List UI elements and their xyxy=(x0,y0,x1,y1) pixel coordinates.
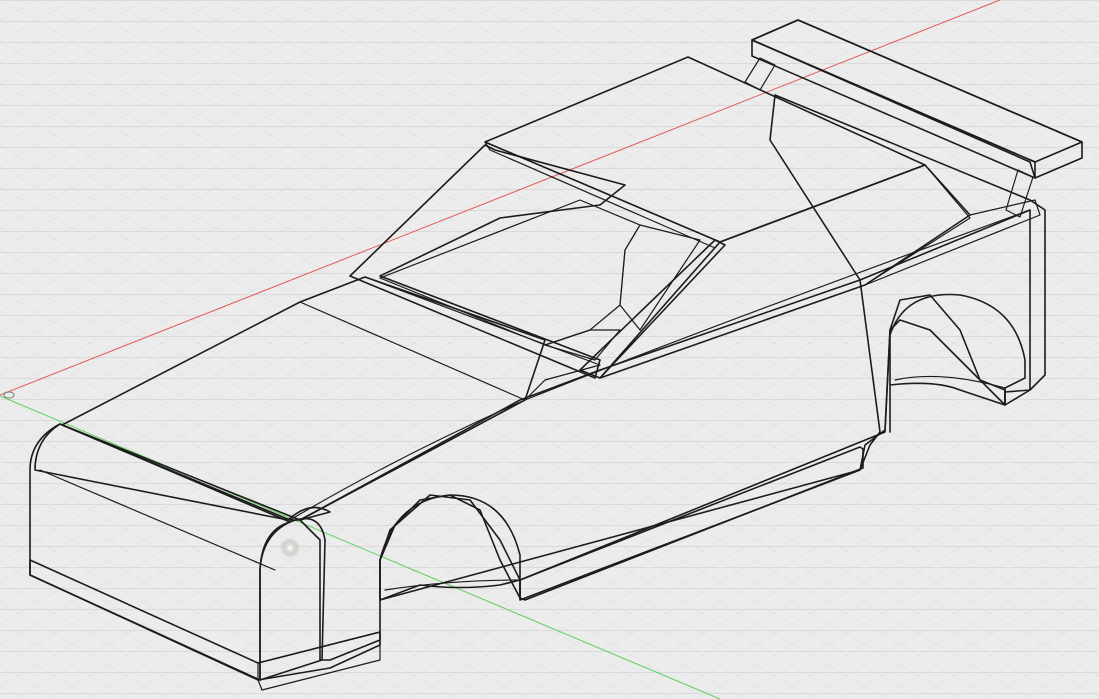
scene-canvas[interactable] xyxy=(0,0,1099,699)
specular-highlight xyxy=(280,538,300,558)
3d-viewport[interactable] xyxy=(0,0,1099,699)
ground-grid xyxy=(0,0,1099,699)
